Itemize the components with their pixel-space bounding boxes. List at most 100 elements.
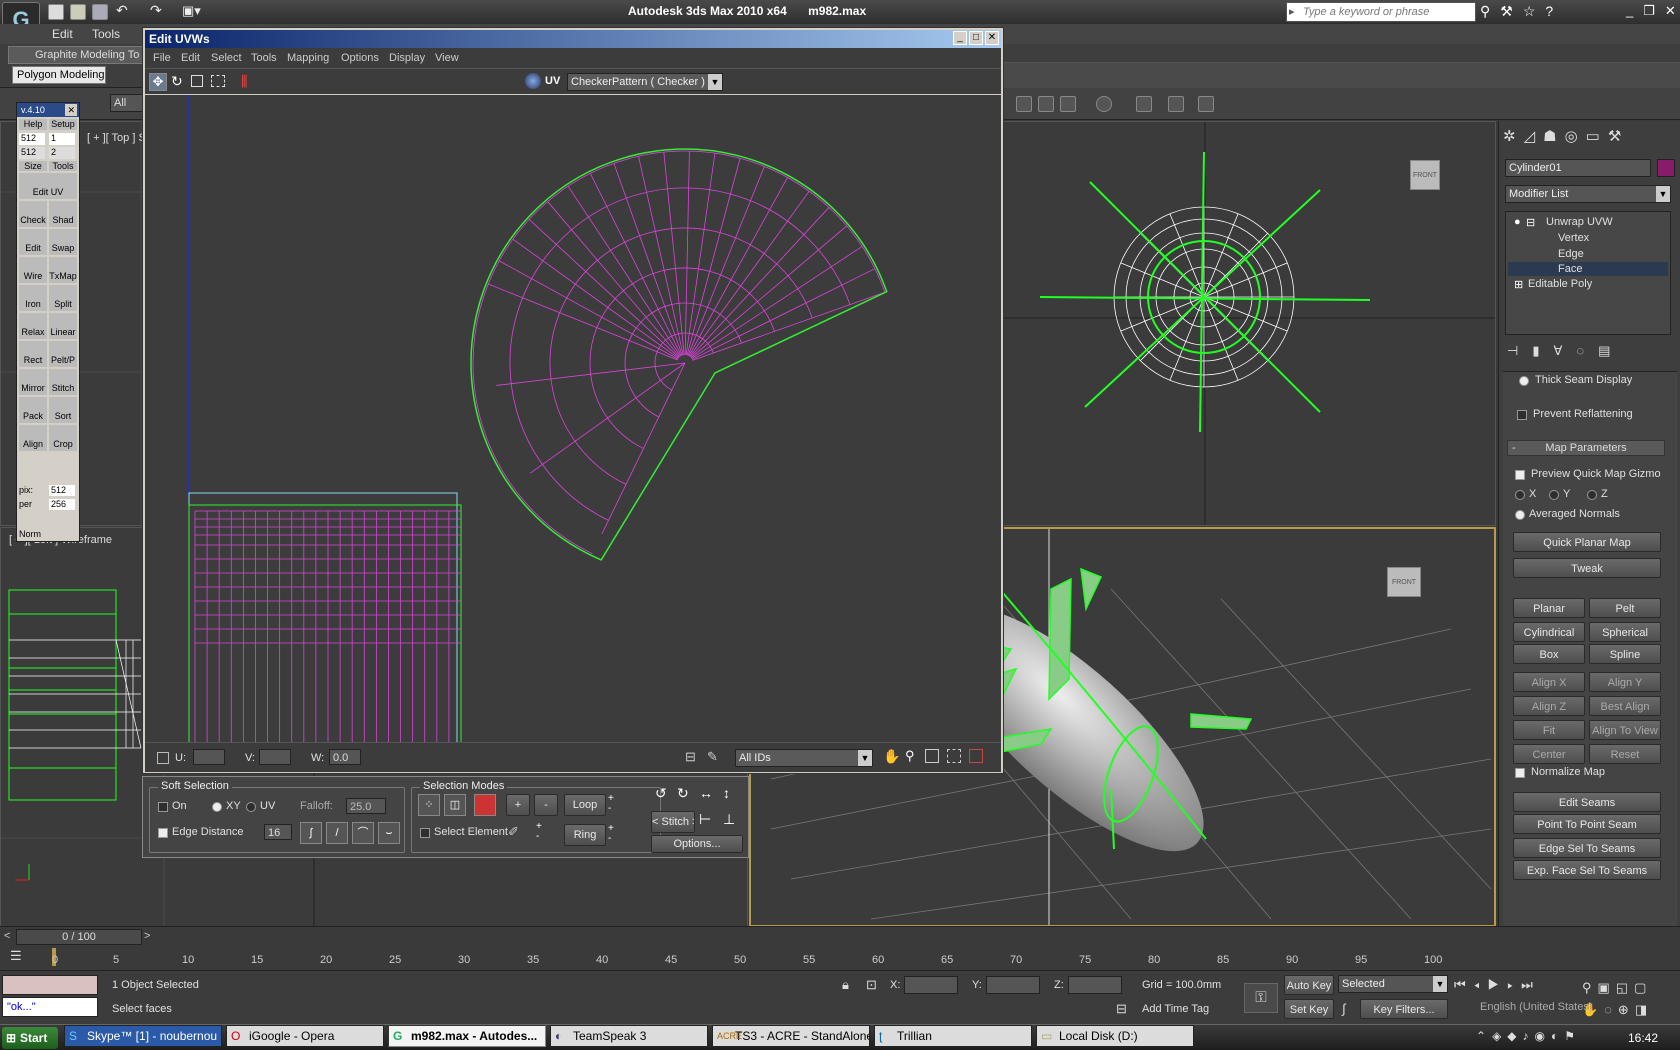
align-y-button[interactable]: Align Y [1589,672,1661,692]
create-tab-icon[interactable]: ✲ [1503,128,1524,145]
texporter-pix-field[interactable]: 512 [49,485,75,496]
rendered-frame-icon[interactable] [1136,96,1152,112]
taskbar-item-localdisk[interactable]: ▭ Local Disk (D:) [1036,1025,1194,1047]
tweak-button[interactable]: Tweak [1513,558,1661,578]
texporter-norm[interactable]: Norm [19,529,41,539]
key-filters-button[interactable]: Key Filters... [1360,999,1448,1019]
rotate-ccw-icon[interactable]: ↺ [655,785,667,802]
shrink-button[interactable]: - [534,794,558,816]
modifier-list-dropdown[interactable]: Modifier List ▼ [1505,185,1671,203]
bulb-icon[interactable]: ● [1514,216,1521,228]
texporter-align[interactable]: Align [19,425,47,451]
texporter-setup[interactable]: Setup [49,119,77,130]
minimize-icon[interactable]: _ [1626,3,1643,18]
orbit-icon[interactable]: ◌ [1604,1002,1618,1017]
uvw-freeform-icon[interactable] [211,75,225,87]
spherical-button[interactable]: Spherical [1589,622,1661,642]
texporter-pelt[interactable]: Pelt/P [49,341,77,367]
track-bar[interactable]: ☰ 0 5 10 15 20 25 30 35 40 45 50 55 60 65 70 75 80 85 90 95… [0,946,1680,970]
restore-icon[interactable]: ❐ [1643,3,1665,18]
paint-select-icon[interactable]: ✎ [707,749,718,765]
edit-seams-button[interactable]: Edit Seams [1513,792,1661,812]
texporter-edit-uv[interactable]: Edit UV [19,173,77,199]
soft-selection-on-checkbox[interactable] [158,802,168,812]
tray-speaker-icon[interactable]: ◐ [1551,1029,1564,1043]
texporter-split[interactable]: Split [49,285,77,311]
texporter-iron[interactable]: Iron [19,285,47,311]
thick-seam-radio[interactable] [1519,376,1529,386]
texporter-pad-field[interactable]: 2 [49,147,75,159]
uvw-ids-dropdown[interactable]: All IDs ▼ [735,749,873,767]
axis-y-radio[interactable] [1549,490,1559,500]
mirror-horizontal-icon[interactable]: ↔ [699,785,713,801]
time-slider-thumb[interactable]: 0 / 100 [16,929,142,945]
texporter-crop[interactable]: Crop [49,425,77,451]
zoom-region-icon[interactable] [925,749,939,763]
coord-x-field[interactable] [904,976,958,994]
align-horizontal-icon[interactable]: ⊢ [699,811,711,828]
field-of-view-icon[interactable]: ◱ [1616,980,1634,995]
set-key-button[interactable]: Set Key [1284,999,1334,1019]
mirror-vertical-icon[interactable]: ↕ [723,785,730,801]
pin-stack-icon[interactable]: ⊣ [1507,343,1532,358]
face-mode-icon[interactable] [474,794,496,816]
uvw-mirror-icon[interactable]: ⫼ [241,73,247,90]
axis-z-radio[interactable] [1587,490,1597,500]
loop-spinner-icon[interactable]: + - [608,794,614,814]
motion-tab-icon[interactable]: ◎ [1565,128,1586,145]
key-mode-dropdown[interactable]: Selected ▼ [1338,975,1448,993]
uvw-canvas[interactable] [145,95,1001,742]
taskbar-item-teamspeak[interactable]: ◐ TeamSpeak 3 [550,1025,708,1047]
exp-face-sel-to-seams-button[interactable]: Exp. Face Sel To Seams [1513,860,1661,880]
goto-start-icon[interactable]: ⏮ [1454,977,1474,992]
render-production-icon[interactable] [1168,96,1184,112]
uvw-close-icon[interactable]: ✕ [985,31,999,45]
edge-sel-to-seams-button[interactable]: Edge Sel To Seams [1513,838,1661,858]
undo-icon[interactable]: ↶ [116,2,128,19]
stitch-button[interactable]: < Stitch > [651,811,695,833]
texporter-rect[interactable]: Rect [19,341,47,367]
object-color-swatch[interactable] [1657,159,1675,177]
set-key-icon[interactable]: ⚿ [1244,983,1278,1013]
material-editor-icon[interactable] [1060,96,1076,112]
stack-item-edge[interactable]: Edge [1558,248,1584,260]
zoom-icon[interactable]: ⚲ [905,748,915,764]
texporter-tools-menu[interactable]: Tools [49,161,77,171]
configure-sets-icon[interactable]: ▤ [1598,343,1624,358]
best-align-button[interactable]: Best Align [1589,696,1661,716]
viewcube-perspective[interactable]: FRONT [1387,567,1421,597]
curve-editor-icon[interactable] [1038,96,1054,112]
texporter-wire[interactable]: Wire [19,257,47,283]
modify-tab-icon[interactable]: ◿ [1524,128,1544,145]
preview-gizmo-checkbox[interactable] [1515,470,1525,480]
goto-end-icon[interactable]: ⏭ [1521,977,1541,992]
auto-key-button[interactable]: Auto Key [1284,975,1334,995]
close-icon[interactable]: ✕ [1665,3,1680,18]
texporter-size-menu[interactable]: Size [19,161,47,171]
prev-frame-icon[interactable]: < [4,930,10,942]
uvw-map-globe-icon[interactable] [525,73,541,89]
coord-z-field[interactable] [1068,976,1122,994]
falloff-slow-icon[interactable]: ⌒ [352,822,374,844]
align-x-button[interactable]: Align X [1513,672,1585,692]
schematic-view-icon[interactable] [1016,96,1032,112]
falloff-smooth-icon[interactable]: ∫ [300,822,322,844]
add-time-tag[interactable]: Add Time Tag [1142,1003,1209,1015]
uvw-checker-dropdown[interactable]: CheckerPattern ( Checker ) ▼ [567,73,723,91]
save-icon[interactable] [92,4,108,20]
spline-button[interactable]: Spline [1589,644,1661,664]
tray-volume-icon[interactable]: ♪ [1523,1029,1535,1043]
soft-selection-xy-radio[interactable] [212,802,222,812]
pelt-button[interactable]: Pelt [1589,598,1661,618]
texporter-linear[interactable]: Linear [49,313,77,339]
options-button[interactable]: Options... [651,835,743,853]
stack-item-vertex[interactable]: Vertex [1558,232,1589,244]
project-folder-icon[interactable]: ▣▾ [182,3,201,19]
stack-item-face[interactable]: Face [1558,263,1582,275]
texporter-mirror[interactable]: Mirror [19,369,47,395]
remove-modifier-icon[interactable]: ◌ [1576,343,1598,358]
averaged-normals-radio[interactable] [1515,510,1525,520]
edge-distance-field[interactable]: 16 [264,824,292,840]
stack-item-unwrap[interactable]: Unwrap UVW [1546,216,1613,228]
taskbar-item-acre[interactable]: ACRE TS3 - ACRE - StandAlone... [712,1025,870,1047]
